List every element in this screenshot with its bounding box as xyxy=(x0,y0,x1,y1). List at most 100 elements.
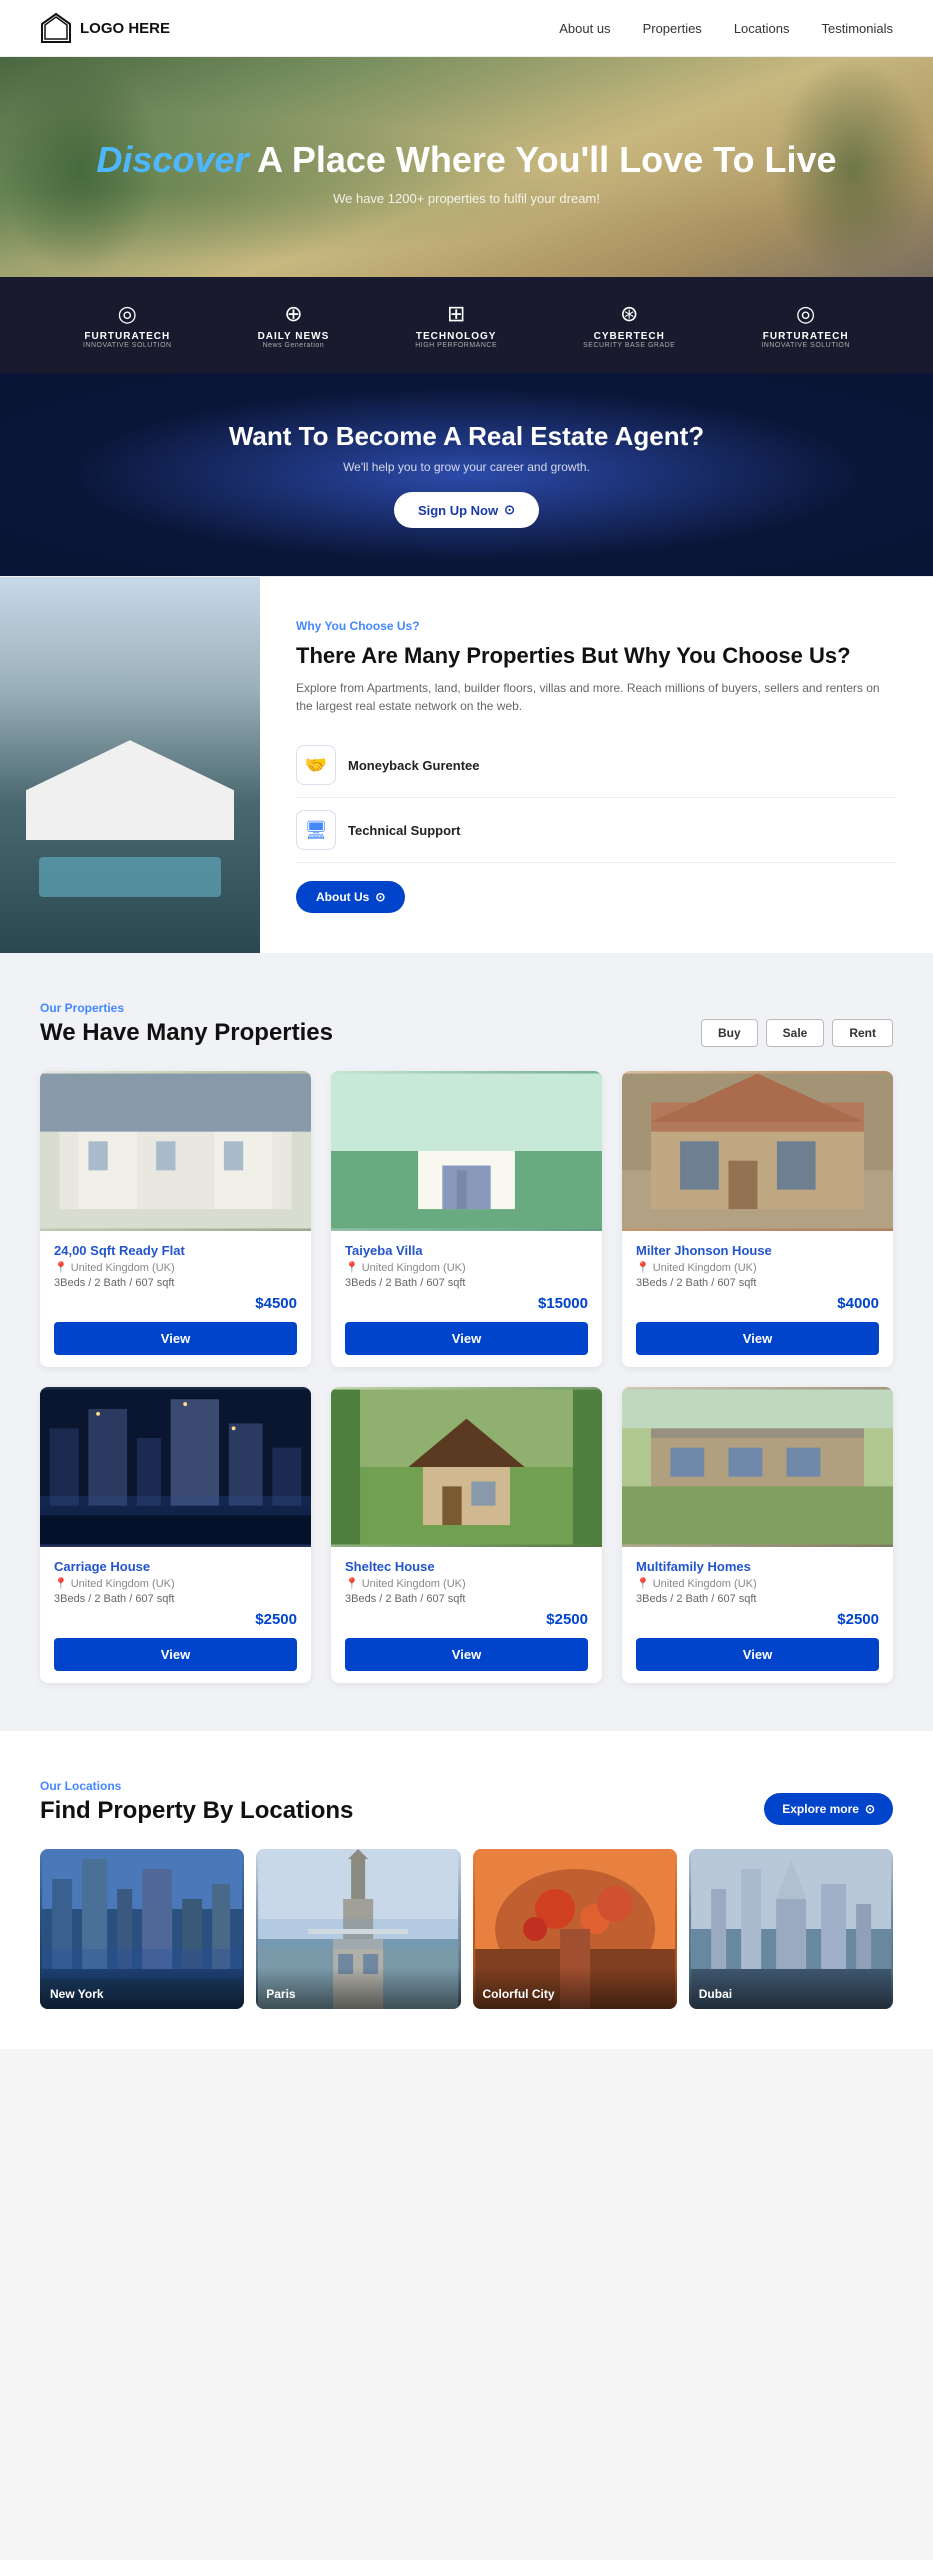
moneyback-name: Moneyback Gurentee xyxy=(348,758,480,773)
hero-subtitle: We have 1200+ properties to fulfil your … xyxy=(96,191,836,206)
brand-tag-3: SECURITY BASE GRADE xyxy=(583,342,675,349)
location-icon-0: 📍 xyxy=(54,1261,68,1274)
prop-location-5: 📍 United Kingdom (UK) xyxy=(636,1577,879,1590)
brand-name-3: CYBERTECH xyxy=(583,331,675,342)
logo-text: LOGO HERE xyxy=(80,20,170,37)
agent-banner-title: Want To Become A Real Estate Agent? xyxy=(40,421,893,452)
locations-label: Our Locations xyxy=(40,1779,353,1793)
view-btn-1[interactable]: View xyxy=(345,1322,588,1355)
why-us-content: Why You Choose Us? There Are Many Proper… xyxy=(260,577,933,953)
feature-list: 🤝 Moneyback Gurentee 🖥 Technical Support xyxy=(296,733,897,863)
prop-location-0: 📍 United Kingdom (UK) xyxy=(54,1261,297,1274)
property-img-4 xyxy=(331,1387,602,1547)
brand-0: ◎ FURTURATECH INNOVATIVE SOLUTION xyxy=(83,301,172,349)
view-btn-3[interactable]: View xyxy=(54,1638,297,1671)
location-card-3[interactable]: Dubai xyxy=(689,1849,893,2009)
filter-sale[interactable]: Sale xyxy=(766,1019,825,1047)
hero-title: Discover A Place Where You'll Love To Li… xyxy=(96,138,836,181)
prop-name-0: 24,00 Sqft Ready Flat xyxy=(54,1243,297,1258)
property-img-5 xyxy=(622,1387,893,1547)
prop-name-1: Taiyeba Villa xyxy=(345,1243,588,1258)
filter-rent[interactable]: Rent xyxy=(832,1019,893,1047)
circle-icon: ⊙ xyxy=(375,890,385,904)
prop-price-5: $2500 xyxy=(636,1611,879,1628)
brand-tag-1: News Generation xyxy=(258,342,330,349)
prop-details-2: 3Beds / 2 Bath / 607 sqft xyxy=(636,1277,879,1289)
logo[interactable]: LOGO HERE xyxy=(40,12,170,44)
support-name: Technical Support xyxy=(348,823,460,838)
location-icon-4: 📍 xyxy=(345,1577,359,1590)
brand-tag-4: INNOVATIVE SOLUTION xyxy=(761,342,850,349)
view-btn-2[interactable]: View xyxy=(636,1322,879,1355)
agent-banner-subtitle: We'll help you to grow your career and g… xyxy=(40,460,893,474)
location-name-3: Dubai xyxy=(689,1967,893,2009)
locations-title: Find Property By Locations xyxy=(40,1797,353,1825)
brand-1: ⊕ DAILY NEWS News Generation xyxy=(258,301,330,349)
property-card-4: Sheltec House 📍 United Kingdom (UK) 3Bed… xyxy=(331,1387,602,1683)
view-btn-4[interactable]: View xyxy=(345,1638,588,1671)
properties-grid: 24,00 Sqft Ready Flat 📍 United Kingdom (… xyxy=(40,1071,893,1683)
feature-support: 🖥 Technical Support xyxy=(296,798,897,863)
prop-location-3: 📍 United Kingdom (UK) xyxy=(54,1577,297,1590)
location-icon-1: 📍 xyxy=(345,1261,359,1274)
brand-tag-0: INNOVATIVE SOLUTION xyxy=(83,342,172,349)
nav-testimonials[interactable]: Testimonials xyxy=(821,21,893,36)
property-card-0: 24,00 Sqft Ready Flat 📍 United Kingdom (… xyxy=(40,1071,311,1367)
brand-icon-0: ◎ xyxy=(83,301,172,327)
locations-header: Our Locations Find Property By Locations… xyxy=(40,1779,893,1825)
prop-name-3: Carriage House xyxy=(54,1559,297,1574)
prop-details-1: 3Beds / 2 Bath / 607 sqft xyxy=(345,1277,588,1289)
property-img-0 xyxy=(40,1071,311,1231)
location-icon-2: 📍 xyxy=(636,1261,650,1274)
explore-button[interactable]: Explore more ⊙ xyxy=(764,1793,893,1825)
locations-grid: New York Paris xyxy=(40,1849,893,2049)
hero-section: Discover A Place Where You'll Love To Li… xyxy=(0,57,933,277)
agent-banner: Want To Become A Real Estate Agent? We'l… xyxy=(0,373,933,576)
brand-name-2: TECHNOLOGY xyxy=(415,331,497,342)
explore-icon: ⊙ xyxy=(865,1802,875,1816)
property-img-3 xyxy=(40,1387,311,1547)
nav-properties[interactable]: Properties xyxy=(643,21,702,36)
brand-name-1: DAILY NEWS xyxy=(258,331,330,342)
brand-tag-2: HIGH PERFORMANCE xyxy=(415,342,497,349)
prop-name-5: Multifamily Homes xyxy=(636,1559,879,1574)
prop-location-2: 📍 United Kingdom (UK) xyxy=(636,1261,879,1274)
about-us-button[interactable]: About Us ⊙ xyxy=(296,881,405,913)
support-icon: 🖥 xyxy=(296,810,336,850)
view-btn-5[interactable]: View xyxy=(636,1638,879,1671)
view-btn-0[interactable]: View xyxy=(54,1322,297,1355)
feature-moneyback: 🤝 Moneyback Gurentee xyxy=(296,733,897,798)
nav-locations[interactable]: Locations xyxy=(734,21,790,36)
brand-icon-1: ⊕ xyxy=(258,301,330,327)
location-icon-3: 📍 xyxy=(54,1577,68,1590)
property-card-3: Carriage House 📍 United Kingdom (UK) 3Be… xyxy=(40,1387,311,1683)
prop-price-4: $2500 xyxy=(345,1611,588,1628)
prop-details-3: 3Beds / 2 Bath / 607 sqft xyxy=(54,1593,297,1605)
property-card-2: Milter Jhonson House 📍 United Kingdom (U… xyxy=(622,1071,893,1367)
nav-about[interactable]: About us xyxy=(559,21,610,36)
properties-section: Our Properties We Have Many Properties B… xyxy=(0,953,933,1731)
brand-icon-3: ⊛ xyxy=(583,301,675,327)
filter-buy[interactable]: Buy xyxy=(701,1019,758,1047)
location-name-0: New York xyxy=(40,1967,244,2009)
prop-location-1: 📍 United Kingdom (UK) xyxy=(345,1261,588,1274)
prop-name-2: Milter Jhonson House xyxy=(636,1243,879,1258)
location-card-1[interactable]: Paris xyxy=(256,1849,460,2009)
filter-buttons: Buy Sale Rent xyxy=(701,1019,893,1047)
brand-4: ◎ FURTURATECH INNOVATIVE SOLUTION xyxy=(761,301,850,349)
signup-button[interactable]: Sign Up Now ⊙ xyxy=(394,492,539,528)
why-us-section: Why You Choose Us? There Are Many Proper… xyxy=(0,576,933,953)
location-icon-5: 📍 xyxy=(636,1577,650,1590)
brand-name-4: FURTURATECH xyxy=(761,331,850,342)
property-img-2 xyxy=(622,1071,893,1231)
why-us-label: Why You Choose Us? xyxy=(296,619,420,633)
brands-bar: ◎ FURTURATECH INNOVATIVE SOLUTION ⊕ DAIL… xyxy=(0,277,933,373)
prop-price-0: $4500 xyxy=(54,1295,297,1312)
location-card-2[interactable]: Colorful City xyxy=(473,1849,677,2009)
navbar-links: About us Properties Locations Testimonia… xyxy=(559,21,893,36)
hero-discover: Discover xyxy=(96,139,248,180)
properties-header: Our Properties We Have Many Properties B… xyxy=(40,1001,893,1047)
location-card-0[interactable]: New York xyxy=(40,1849,244,2009)
hero-title-rest: A Place Where You'll Love To Live xyxy=(249,139,837,180)
brand-name-0: FURTURATECH xyxy=(83,331,172,342)
